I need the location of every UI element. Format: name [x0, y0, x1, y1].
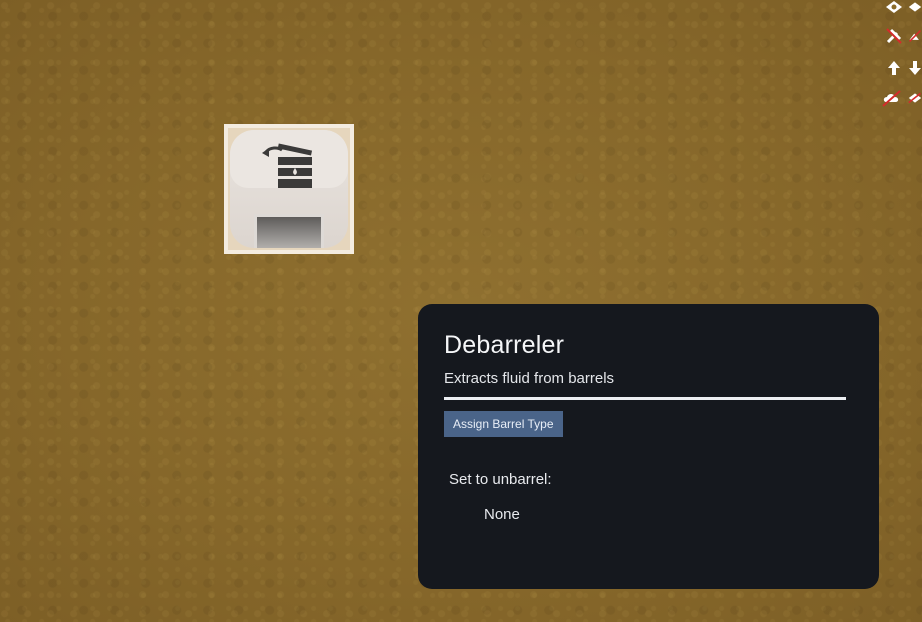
view-icon[interactable] [884, 0, 904, 17]
building-output-slot [254, 214, 324, 248]
visibility-icon[interactable] [908, 0, 922, 17]
debarreler-building[interactable] [224, 124, 354, 254]
map-toolbar [878, 0, 922, 112]
unbarrel-setting-label: Set to unbarrel: [449, 471, 552, 488]
eye-disabled-icon[interactable] [908, 88, 922, 108]
arrow-down-icon[interactable] [908, 58, 922, 78]
building-body [230, 130, 348, 248]
unbarrel-setting-value: None [484, 506, 520, 523]
panel-title: Debarreler [444, 331, 565, 359]
cloud-disabled-icon[interactable] [882, 88, 902, 108]
panel-description: Extracts fluid from barrels [444, 370, 615, 387]
assign-barrel-type-button[interactable]: Assign Barrel Type [444, 411, 563, 437]
tools-disabled-icon[interactable] [884, 26, 904, 46]
overlay-icon[interactable] [908, 26, 922, 46]
arrow-up-icon[interactable] [884, 58, 904, 78]
building-info-panel: Debarreler Extracts fluid from barrels A… [418, 304, 879, 589]
debarreler-building-icon [262, 143, 313, 188]
panel-divider [444, 397, 846, 400]
